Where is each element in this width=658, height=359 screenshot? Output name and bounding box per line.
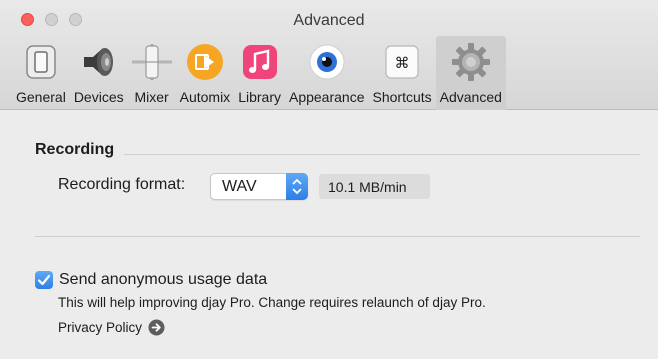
usage-data-checkbox[interactable] — [35, 271, 53, 289]
preferences-window: Advanced General Devices Mixer Automix L… — [0, 0, 658, 359]
switch-icon — [21, 42, 61, 82]
tab-appearance[interactable]: Appearance — [285, 36, 369, 110]
speaker-icon — [79, 42, 119, 82]
tab-library-label: Library — [238, 89, 281, 105]
chevron-up-down-icon — [286, 173, 308, 200]
command-key-icon: ⌘ — [382, 42, 422, 82]
tab-mixer[interactable]: Mixer — [128, 36, 176, 110]
section-divider — [124, 154, 640, 155]
tab-automix-label: Automix — [179, 89, 231, 105]
tab-devices-label: Devices — [73, 89, 124, 105]
checkmark-icon — [37, 274, 51, 286]
fader-icon — [131, 42, 172, 82]
advanced-pane: Recording Recording format: WAV 10.1 MB/… — [0, 111, 658, 359]
privacy-policy-label: Privacy Policy — [58, 320, 143, 335]
title-bar: Advanced General Devices Mixer Automix L… — [0, 0, 658, 110]
music-library-icon — [240, 42, 280, 82]
command-key-glyph: ⌘ — [395, 54, 410, 72]
gear-icon — [451, 42, 491, 82]
recording-format-value: WAV — [222, 178, 257, 195]
recording-format-popup[interactable]: WAV — [210, 173, 308, 200]
usage-data-label[interactable]: Send anonymous usage data — [59, 271, 267, 289]
tab-shortcuts[interactable]: ⌘ Shortcuts — [369, 36, 436, 110]
tab-advanced-label: Advanced — [439, 89, 502, 105]
tab-shortcuts-label: Shortcuts — [372, 89, 432, 105]
window-title: Advanced — [293, 12, 365, 29]
recording-size-readout: 10.1 MB/min — [319, 174, 430, 199]
arrow-right-circle-icon — [148, 319, 165, 336]
eye-icon — [307, 42, 347, 82]
tab-general[interactable]: General — [12, 36, 70, 110]
recording-format-label: Recording format: — [58, 176, 186, 193]
section-divider — [35, 236, 640, 237]
privacy-policy-link[interactable]: Privacy Policy — [58, 319, 165, 336]
preferences-toolbar: General Devices Mixer Automix Library Ap… — [12, 36, 506, 110]
tab-devices[interactable]: Devices — [70, 36, 128, 110]
tab-general-label: General — [16, 89, 66, 105]
usage-data-help-text: This will help improving djay Pro. Chang… — [58, 295, 486, 310]
tab-appearance-label: Appearance — [288, 89, 365, 105]
tab-advanced[interactable]: Advanced — [435, 36, 506, 110]
recording-section-title: Recording — [35, 141, 115, 158]
tab-automix[interactable]: Automix — [176, 36, 235, 110]
tab-library[interactable]: Library — [234, 36, 285, 110]
tab-mixer-label: Mixer — [134, 89, 169, 105]
automix-icon — [185, 42, 225, 82]
